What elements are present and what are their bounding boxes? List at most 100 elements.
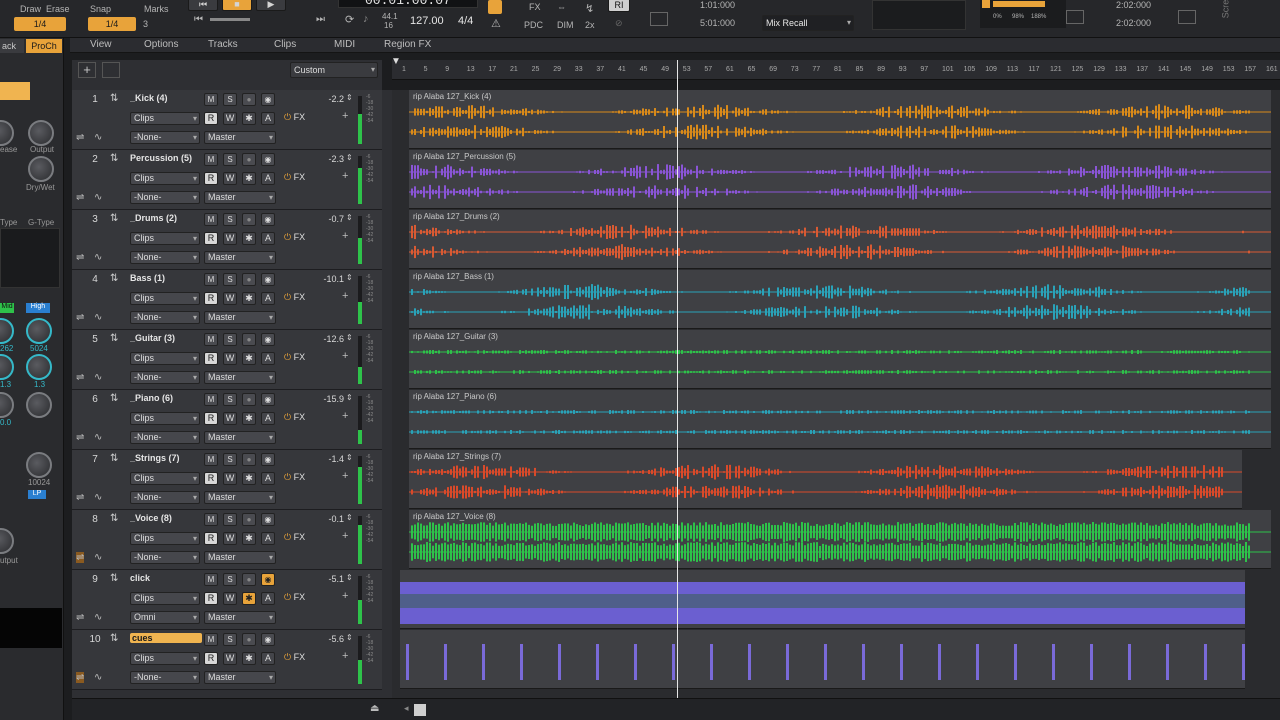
input-dropdown[interactable]: Clips	[130, 412, 200, 425]
freeze-icon[interactable]: ✱	[242, 112, 256, 125]
stop-button[interactable]: ■	[222, 0, 252, 11]
record-arm-button[interactable]: ●	[242, 393, 256, 406]
automation-icon[interactable]: ⇌	[76, 372, 84, 383]
volume-arrow-icon[interactable]: ⇕	[346, 273, 353, 282]
write-automation-button[interactable]: W	[223, 352, 237, 365]
waveform-icon[interactable]: ∿	[94, 672, 102, 683]
read-automation-button[interactable]: R	[204, 652, 218, 665]
track-volume[interactable]: -12.6	[300, 334, 344, 344]
write-automation-button[interactable]: W	[223, 232, 237, 245]
waveform-icon[interactable]: ∿	[94, 552, 102, 563]
track-control-preset[interactable]: Custom	[290, 62, 378, 78]
fx-bin-label[interactable]: ⏻ FX	[284, 352, 305, 363]
automation-icon[interactable]: ⇌	[76, 612, 84, 623]
go-end-icon[interactable]: ⏭	[316, 14, 325, 25]
fx-bin-label[interactable]: ⏻ FX	[284, 232, 305, 243]
menu-tracks[interactable]: Tracks	[208, 39, 238, 50]
track-volume[interactable]: -15.9	[300, 394, 344, 404]
automation-icon[interactable]: ⇌	[76, 252, 84, 263]
record-arm-button[interactable]: ●	[242, 333, 256, 346]
fx-bin-label[interactable]: ⏻ FX	[284, 472, 305, 483]
clips-pane[interactable]: rip Alaba 127_Kick (4) rip Alaba 127_Perc…	[392, 90, 1280, 698]
meter-value[interactable]: 4/4	[458, 15, 473, 27]
track-header-9[interactable]: 9⇅clickMS●◉-5.1⇕ClipsRW✱A⏻ FX+⇌∿OmniMast…	[72, 570, 382, 630]
add-fx-button[interactable]: +	[342, 470, 348, 482]
metronome-icon[interactable]: ♪	[363, 13, 369, 25]
input-dropdown[interactable]: Clips	[130, 652, 200, 665]
output-knob[interactable]	[28, 120, 54, 146]
archive-button[interactable]: A	[261, 352, 275, 365]
input-routing-dropdown[interactable]: -None-	[130, 371, 200, 384]
write-automation-button[interactable]: W	[223, 412, 237, 425]
automation-icon[interactable]: ⇌	[76, 672, 85, 683]
drywet-knob[interactable]	[28, 156, 54, 182]
write-automation-button[interactable]: W	[223, 112, 237, 125]
solo-button[interactable]: S	[223, 93, 237, 106]
automation-icon[interactable]: ⇌	[76, 432, 84, 443]
mid-q-knob[interactable]	[0, 354, 14, 380]
read-automation-button[interactable]: R	[204, 352, 218, 365]
write-automation-button[interactable]: W	[223, 472, 237, 485]
track-header-8[interactable]: 8⇅_Voice (8)MS●◉-0.1⇕ClipsRW✱A⏻ FX+⇌∿-No…	[72, 510, 382, 570]
track-volume[interactable]: -5.6	[300, 634, 344, 644]
record-arm-button[interactable]: ●	[242, 153, 256, 166]
track-volume[interactable]: -5.1	[300, 574, 344, 584]
freeze-icon[interactable]: ✱	[242, 232, 256, 245]
track-name[interactable]: Bass (1)	[130, 273, 202, 283]
add-fx-button[interactable]: +	[342, 170, 348, 182]
fx-bin-label[interactable]: ⏻ FX	[284, 652, 305, 663]
input-dropdown[interactable]: Clips	[130, 532, 200, 545]
screens-label[interactable]: Scre	[1220, 0, 1230, 18]
menu-clips[interactable]: Clips	[274, 39, 296, 50]
scroll-left-icon[interactable]: ◂	[404, 703, 409, 714]
output-dropdown[interactable]: Master	[204, 431, 276, 444]
input-dropdown[interactable]: Clips	[130, 472, 200, 485]
output-dropdown[interactable]: Master	[204, 491, 276, 504]
input-echo-button[interactable]: ◉	[261, 573, 275, 586]
input-routing-dropdown[interactable]: -None-	[130, 671, 200, 684]
loop-icon[interactable]: ⟳	[345, 13, 354, 26]
volume-arrow-icon[interactable]: ⇕	[346, 393, 353, 402]
archive-button[interactable]: A	[261, 292, 275, 305]
input-echo-button[interactable]: ◉	[261, 273, 275, 286]
input-echo-button[interactable]: ◉	[261, 513, 275, 526]
rewind-button[interactable]: ⏮	[188, 0, 218, 11]
track-header-3[interactable]: 3⇅_Drums (2)MS●◉-0.7⇕ClipsRW✱A⏻ FX+⇌∿-No…	[72, 210, 382, 270]
solo-button[interactable]: S	[223, 393, 237, 406]
output-knob-2[interactable]	[0, 528, 14, 554]
solo-button[interactable]: S	[223, 333, 237, 346]
input-echo-button[interactable]: ◉	[261, 453, 275, 466]
loop-end[interactable]: 5:01:000	[700, 18, 735, 28]
tuner-icon[interactable]: ⚠	[491, 17, 501, 30]
audio-clip[interactable]: rip Alaba 127_Strings (7)	[409, 450, 1242, 509]
read-automation-button[interactable]: R	[204, 232, 218, 245]
menu-view[interactable]: View	[90, 39, 112, 50]
pdc-toggle[interactable]: PDC	[524, 20, 543, 30]
mute-button[interactable]: M	[204, 273, 218, 286]
audio-clip[interactable]: rip Alaba 127_Percussion (5)	[409, 150, 1271, 209]
lp-button[interactable]: LP	[28, 490, 46, 499]
input-dropdown[interactable]: Clips	[130, 172, 200, 185]
now-time-cursor[interactable]	[677, 60, 678, 700]
solo-button[interactable]: S	[223, 573, 237, 586]
mid-freq-knob[interactable]	[0, 318, 14, 344]
volume-arrow-icon[interactable]: ⇕	[346, 453, 353, 462]
screenset-icon[interactable]	[1178, 10, 1196, 24]
shuttle-slider[interactable]	[210, 18, 250, 21]
track-volume[interactable]: -0.1	[300, 514, 344, 524]
audio-clip[interactable]	[400, 630, 1245, 689]
input-echo-button[interactable]: ◉	[261, 213, 275, 226]
record-arm-button[interactable]: ●	[242, 273, 256, 286]
track-volume[interactable]: -10.1	[300, 274, 344, 284]
fx-bin-label[interactable]: ⏻ FX	[284, 292, 305, 303]
mute-button[interactable]: M	[204, 513, 218, 526]
fx-bin-label[interactable]: ⏻ FX	[284, 172, 305, 183]
write-automation-button[interactable]: W	[223, 592, 237, 605]
write-automation-button[interactable]: W	[223, 532, 237, 545]
solo-button[interactable]: S	[223, 153, 237, 166]
menu-midi[interactable]: MIDI	[334, 39, 355, 50]
audio-clip[interactable]: rip Alaba 127_Kick (4)	[409, 90, 1271, 149]
volume-arrow-icon[interactable]: ⇕	[346, 573, 353, 582]
add-fx-button[interactable]: +	[342, 410, 348, 422]
audio-clip[interactable]: rip Alaba 127_Piano (6)	[409, 390, 1271, 449]
